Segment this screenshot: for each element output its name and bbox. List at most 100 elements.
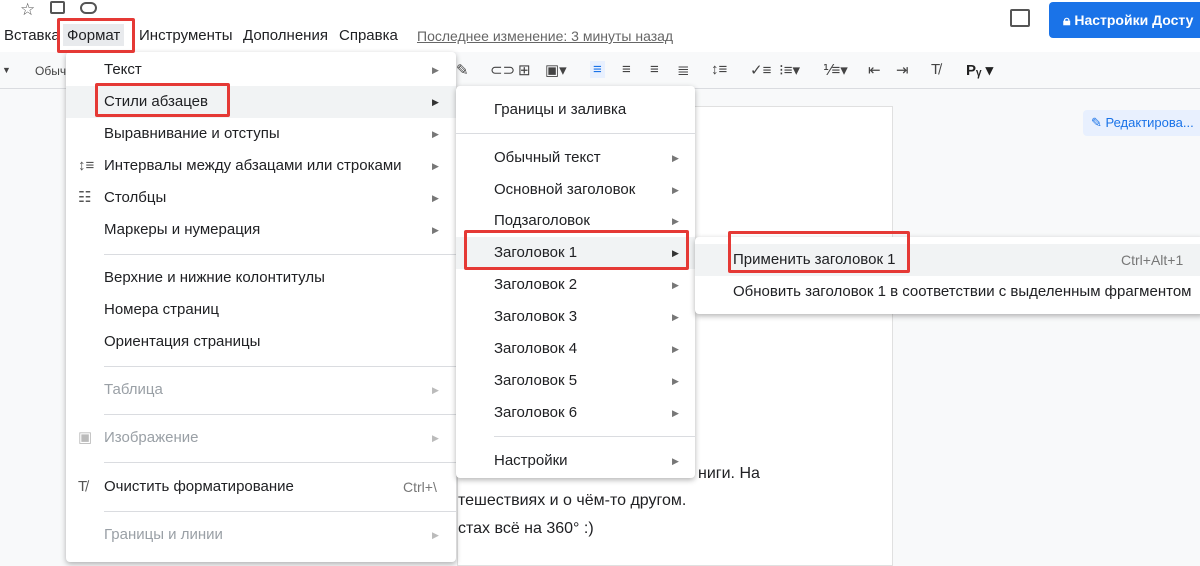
item-label: Заголовок 3 (494, 308, 578, 325)
menu-item-bullets-numbering[interactable]: Маркеры и нумерация ▶ (66, 214, 456, 246)
share-button[interactable]: 🔒︎ Настройки Досту (1049, 2, 1200, 38)
bullet-list-icon[interactable]: ⁝≡▾ (779, 61, 800, 79)
item-label: Заголовок 4 (494, 340, 578, 357)
menu-item-table[interactable]: Таблица ▶ (66, 374, 456, 406)
item-label: Столбцы (104, 189, 167, 206)
menu-item-borders-shading[interactable]: Границы и заливка (456, 94, 695, 126)
item-label: Ориентация страницы (104, 333, 261, 350)
folder-move-icon[interactable] (50, 1, 65, 14)
clear-formatting-icon[interactable]: T̸ (931, 61, 940, 78)
menu-tools[interactable]: Инструменты (135, 27, 237, 44)
item-label: Заголовок 5 (494, 372, 578, 389)
item-label: Границы и заливка (494, 101, 627, 118)
add-comment-icon[interactable]: ⊞ (518, 61, 531, 79)
menu-item-image[interactable]: ▣ Изображение ▶ (66, 422, 456, 454)
editing-mode-button[interactable]: ✎ Редактирова... (1083, 110, 1200, 136)
separator (494, 436, 695, 437)
align-left-icon[interactable]: ≡ (590, 61, 605, 78)
item-label: Верхние и нижние колонтитулы (104, 269, 325, 286)
submenu-arrow-icon: ▶ (432, 193, 439, 203)
lock-icon: 🔒︎ (1063, 12, 1075, 28)
menu-item-page-orientation[interactable]: Ориентация страницы (66, 326, 456, 358)
menu-item-update-heading-1[interactable]: Обновить заголовок 1 в соответствии с вы… (695, 276, 1200, 308)
item-label: Интервалы между абзацами или строками (104, 157, 402, 174)
submenu-arrow-icon: ▶ (672, 185, 679, 195)
submenu-arrow-icon: ▶ (672, 408, 679, 418)
item-label: Маркеры и нумерация (104, 221, 261, 238)
link-icon[interactable]: ⊂⊃ (490, 61, 515, 79)
last-edit-link[interactable]: Последнее изменение: 3 минуты назад (413, 28, 677, 44)
insert-image-icon[interactable]: ▣▾ (545, 61, 567, 79)
menu-item-normal-text[interactable]: Обычный текст ▶ (456, 142, 695, 174)
checklist-icon[interactable]: ✓≡ (750, 61, 771, 79)
menu-insert[interactable]: Вставка (0, 27, 64, 44)
increase-indent-icon[interactable]: ⇥ (896, 61, 909, 79)
menu-item-title[interactable]: Основной заголовок ▶ (456, 174, 695, 206)
cloud-status-icon[interactable] (80, 2, 97, 14)
menu-item-headers-footers[interactable]: Верхние и нижние колонтитулы (66, 262, 456, 294)
top-bar: ☆ Вставка Формат Инструменты Дополнения … (0, 0, 1200, 52)
submenu-arrow-icon: ▶ (432, 97, 439, 107)
menu-help[interactable]: Справка (335, 27, 402, 44)
menu-item-options[interactable]: Настройки ▶ (456, 445, 695, 477)
menu-item-line-spacing[interactable]: ↕≡ Интервалы между абзацами или строками ▶ (66, 150, 456, 182)
item-label: Обычный текст (494, 149, 601, 166)
item-label: Номера страниц (104, 301, 219, 318)
pencil-icon: ✎ (1091, 115, 1106, 130)
item-label: Настройки (494, 452, 568, 469)
clear-formatting-icon: T̸ (78, 478, 88, 495)
item-label: Основной заголовок (494, 181, 636, 198)
menu-item-heading-5[interactable]: Заголовок 5 ▶ (456, 365, 695, 397)
separator (104, 366, 456, 367)
align-right-icon[interactable]: ≡ (650, 61, 659, 78)
menu-item-heading-3[interactable]: Заголовок 3 ▶ (456, 301, 695, 333)
paragraph-styles-menu: Границы и заливка Обычный текст ▶ Основно… (456, 86, 695, 478)
item-label: Выравнивание и отступы (104, 125, 280, 142)
doc-line: тешествиях и о чём-то другом. (458, 492, 687, 509)
submenu-arrow-icon: ▶ (432, 161, 439, 171)
submenu-arrow-icon: ▶ (432, 530, 439, 540)
comments-icon[interactable] (1010, 9, 1030, 27)
menu-item-heading-4[interactable]: Заголовок 4 ▶ (456, 333, 695, 365)
menu-addons[interactable]: Дополнения (239, 27, 332, 44)
line-spacing-icon[interactable]: ↕≡ (711, 61, 727, 78)
submenu-arrow-icon: ▶ (672, 312, 679, 322)
separator (104, 414, 456, 415)
align-center-icon[interactable]: ≡ (622, 61, 631, 78)
separator (456, 133, 695, 134)
submenu-arrow-icon: ▶ (672, 456, 679, 466)
item-label: Изображение (104, 429, 199, 446)
submenu-arrow-icon: ▶ (432, 225, 439, 235)
menu-item-borders-lines[interactable]: Границы и линии ▶ (66, 519, 456, 551)
menu-item-columns[interactable]: ☷ Столбцы ▶ (66, 182, 456, 214)
separator (104, 511, 456, 512)
dropdown-arrow-icon[interactable]: ▼ (2, 65, 11, 75)
highlight-icon[interactable]: ✎ (456, 61, 469, 79)
submenu-arrow-icon: ▶ (672, 153, 679, 163)
item-label: Очистить форматирование (104, 478, 294, 495)
item-label: Границы и линии (104, 526, 223, 543)
input-tools-icon[interactable]: Pᵧ ▾ (966, 61, 993, 79)
menu-item-heading-2[interactable]: Заголовок 2 ▶ (456, 269, 695, 301)
highlight-box-heading-1 (464, 230, 689, 270)
menu-item-page-numbers[interactable]: Номера страниц (66, 294, 456, 326)
shortcut-label: Ctrl+\ (403, 479, 437, 495)
decrease-indent-icon[interactable]: ⇤ (868, 61, 881, 79)
highlight-box-apply-heading (728, 231, 910, 273)
submenu-arrow-icon: ▶ (432, 129, 439, 139)
menu-item-clear-formatting[interactable]: T̸ Очистить форматирование Ctrl+\ (66, 471, 456, 503)
submenu-arrow-icon: ▶ (432, 385, 439, 395)
submenu-arrow-icon: ▶ (672, 344, 679, 354)
justify-icon[interactable]: ≣ (677, 61, 690, 79)
submenu-arrow-icon: ▶ (432, 433, 439, 443)
separator (104, 254, 456, 255)
menu-item-text[interactable]: Текст ▶ (66, 54, 456, 86)
format-menu: Текст ▶ Стили абзацев ▶ Выравнивание и отс… (66, 52, 456, 562)
menu-item-align-indent[interactable]: Выравнивание и отступы ▶ (66, 118, 456, 150)
shortcut-label: Ctrl+Alt+1 (1121, 252, 1184, 268)
item-label: Таблица (104, 381, 163, 398)
menu-item-heading-6[interactable]: Заголовок 6 ▶ (456, 397, 695, 429)
numbered-list-icon[interactable]: ⅟≡▾ (823, 61, 848, 79)
paragraph-style-select[interactable]: Обыч (35, 64, 66, 78)
star-icon[interactable]: ☆ (20, 0, 35, 20)
